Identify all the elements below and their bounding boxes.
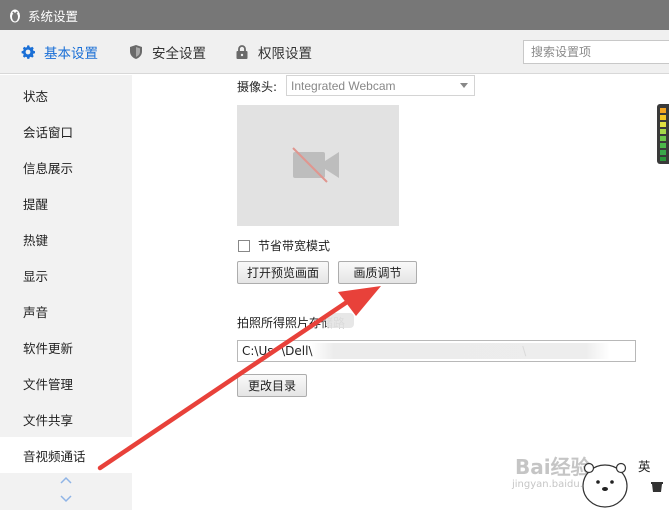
redacted-path-blur	[310, 343, 610, 359]
camera-preview	[237, 105, 399, 226]
tab-security-label: 安全设置	[152, 46, 206, 62]
tab-permission-settings[interactable]: 权限设置	[234, 30, 312, 74]
sidebar-item-info-display[interactable]: 信息展示	[0, 149, 132, 185]
audio-level-meter	[657, 104, 669, 164]
sidebar-item-software-update[interactable]: 软件更新	[0, 329, 132, 365]
sidebar-item-chat-window[interactable]: 会话窗口	[0, 113, 132, 149]
tab-security-settings[interactable]: 安全设置	[128, 30, 206, 74]
lock-icon	[236, 45, 248, 59]
change-directory-button[interactable]: 更改目录	[237, 374, 307, 397]
sidebar-item-label: 文件共享	[23, 412, 74, 428]
penguin-icon	[10, 9, 20, 23]
sidebar-item-hotkeys[interactable]: 热键	[0, 221, 132, 257]
search-settings-input[interactable]	[523, 40, 669, 64]
sidebar-item-label: 会话窗口	[23, 124, 74, 140]
bandwidth-saving-checkbox[interactable]: 节省带宽模式	[238, 237, 330, 254]
chevron-down-icon	[460, 83, 468, 88]
sidebar-item-label: 显示	[23, 268, 49, 284]
window-title: 系统设置	[28, 8, 79, 24]
camera-off-icon	[292, 147, 339, 183]
ime-language-indicator[interactable]: 英	[638, 456, 651, 475]
redacted-label-blur	[326, 313, 354, 328]
sidebar-item-av-call[interactable]: 音视频通话	[0, 437, 132, 473]
settings-sidebar: 状态 会话窗口 信息展示 提醒 热键 显示 声音 软件更新 文件管理 文件共享 …	[0, 75, 132, 510]
sidebar-item-file-sharing[interactable]: 文件共享	[0, 401, 132, 437]
chevron-down-icon	[60, 495, 72, 503]
sidebar-item-sound[interactable]: 声音	[0, 293, 132, 329]
sidebar-item-reminder[interactable]: 提醒	[0, 185, 132, 221]
tab-permission-label: 权限设置	[258, 46, 312, 62]
sidebar-item-label: 热键	[23, 232, 49, 248]
sidebar-item-label: 音视频通话	[23, 448, 86, 464]
gear-icon	[21, 45, 35, 59]
camera-select[interactable]: Integrated Webcam	[286, 75, 475, 96]
sidebar-item-label: 文件管理	[23, 376, 74, 392]
tab-basic-settings[interactable]: 基本设置	[20, 30, 98, 74]
settings-tabs-bar: 基本设置 安全设置 权限设置	[0, 30, 669, 74]
open-preview-button[interactable]: 打开预览画面	[237, 261, 329, 284]
camera-label: 摄像头:	[237, 80, 278, 94]
title-bar: 系统设置	[0, 0, 669, 30]
bandwidth-saving-label: 节省带宽模式	[258, 239, 331, 253]
sidebar-item-display[interactable]: 显示	[0, 257, 132, 293]
checkbox-box[interactable]	[238, 239, 250, 252]
chevron-up-icon	[60, 476, 72, 484]
sidebar-item-label: 状态	[23, 88, 49, 104]
quality-adjust-button[interactable]: 画质调节	[338, 261, 417, 284]
ime-mascot-icon	[582, 462, 628, 508]
sidebar-item-label: 提醒	[23, 196, 49, 212]
sidebar-item-label: 声音	[23, 304, 49, 320]
sidebar-item-status[interactable]: 状态	[0, 77, 132, 113]
camera-select-value: Integrated Webcam	[291, 78, 396, 93]
ime-toolbar-icon[interactable]	[649, 480, 665, 494]
tab-basic-label: 基本设置	[44, 46, 98, 62]
shield-icon	[130, 45, 142, 59]
sidebar-item-label: 软件更新	[23, 340, 74, 356]
sidebar-scroll-arrows[interactable]	[58, 473, 74, 507]
sidebar-item-file-management[interactable]: 文件管理	[0, 365, 132, 401]
sidebar-item-label: 信息展示	[23, 160, 74, 176]
